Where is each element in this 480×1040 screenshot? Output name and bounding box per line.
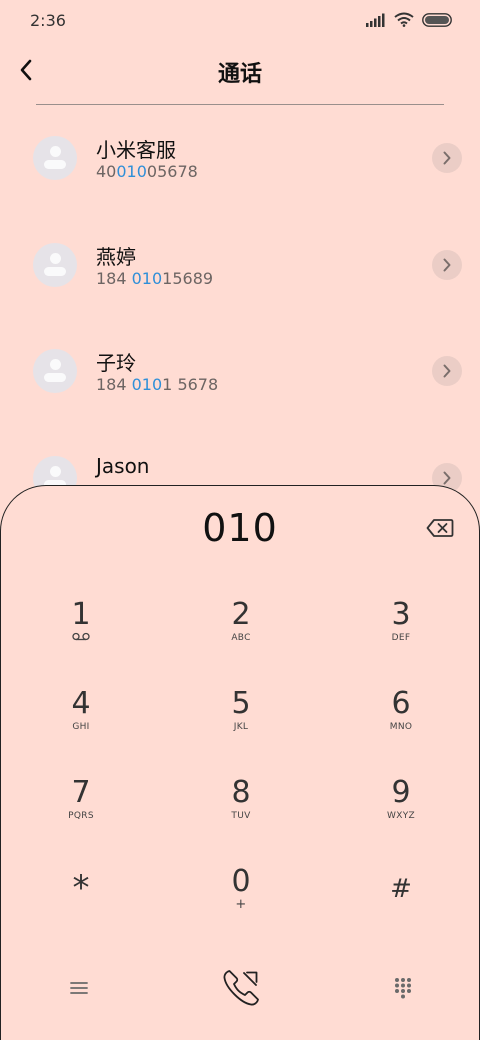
- dialpad-button[interactable]: [383, 972, 423, 1004]
- dial-key-8[interactable]: 8 TUV: [181, 776, 301, 856]
- status-icons: [366, 12, 452, 27]
- number-prefix: 184: [96, 375, 132, 394]
- dial-key-7[interactable]: 7 PQRS: [21, 776, 141, 856]
- dialer-screen: 2:36 通话 小米客服 4001005678 燕婷 184 01015689 …: [0, 0, 480, 1040]
- dial-key-1[interactable]: 1: [21, 598, 141, 678]
- key-letters: GHI: [72, 722, 90, 732]
- key-digit: 1: [71, 597, 91, 632]
- chevron-right-icon: [443, 364, 451, 378]
- key-letters: WXYZ: [387, 811, 415, 821]
- dial-key-4[interactable]: 4 GHI: [21, 687, 141, 767]
- key-letters: ABC: [231, 633, 251, 643]
- avatar-body-shape: [44, 160, 66, 169]
- key-digit: 7: [71, 775, 91, 810]
- call-button[interactable]: [213, 964, 269, 1012]
- key-digit: 8: [231, 775, 251, 810]
- key-letters: JKL: [233, 722, 249, 732]
- contact-number: 4001005678: [96, 162, 198, 181]
- contact-detail-button[interactable]: [432, 250, 462, 280]
- dial-panel: 010 1 2 ABC 3 DEF 4 GHI 5 JKL 6 MNO 7 PQ…: [0, 485, 480, 1040]
- dial-key-0[interactable]: 0 +: [181, 865, 301, 945]
- avatar-person-icon: [50, 359, 61, 370]
- number-prefix: 184: [96, 269, 132, 288]
- contact-row[interactable]: 子玲 184 0101 5678: [0, 319, 480, 399]
- wifi-icon: [394, 12, 414, 27]
- contact-detail-button[interactable]: [432, 356, 462, 386]
- dial-key-9[interactable]: 9 WXYZ: [341, 776, 461, 856]
- menu-button[interactable]: [59, 973, 99, 1003]
- header: 通话: [0, 44, 480, 100]
- signal-icon: [366, 13, 385, 27]
- avatar-person-icon: [50, 253, 61, 264]
- avatar-body-shape: [44, 373, 66, 382]
- dial-key-6[interactable]: 6 MNO: [341, 687, 461, 767]
- page-title: 通话: [217, 62, 262, 87]
- number-suffix: 15689: [162, 269, 214, 288]
- number-match-highlight: 010: [116, 162, 147, 181]
- battery-icon: [422, 12, 452, 27]
- dial-key-hash[interactable]: #: [341, 872, 461, 952]
- chevron-right-icon: [443, 471, 451, 485]
- key-letters: MNO: [389, 722, 413, 732]
- contact-number: 184 0101 5678: [96, 375, 218, 394]
- key-digit: 5: [231, 686, 251, 721]
- key-letters: +: [235, 897, 247, 912]
- avatar-body-shape: [44, 267, 66, 276]
- chevron-right-icon: [443, 151, 451, 165]
- dialpad-icon: [395, 978, 411, 999]
- avatar: [33, 349, 77, 393]
- key-letters: PQRS: [68, 811, 94, 821]
- avatar-person-icon: [50, 466, 61, 477]
- number-prefix: 40: [96, 162, 117, 181]
- phone-call-icon: [223, 970, 259, 1006]
- key-digit: 3: [391, 597, 411, 632]
- key-digit: 2: [231, 597, 251, 632]
- contact-name: 子玲: [96, 351, 136, 375]
- menu-icon: [70, 982, 88, 994]
- number-suffix: 05678: [146, 162, 198, 181]
- dial-key-5[interactable]: 5 JKL: [181, 687, 301, 767]
- status-time: 2:36: [30, 11, 66, 30]
- key-digit: 6: [391, 686, 411, 721]
- contact-number: 184 01015689: [96, 269, 213, 288]
- dial-key-star[interactable]: *: [21, 871, 141, 951]
- backspace-button[interactable]: [423, 516, 457, 540]
- number-suffix: 1 5678: [162, 375, 219, 394]
- chevron-right-icon: [443, 258, 451, 272]
- contact-row[interactable]: 燕婷 184 01015689: [0, 213, 480, 293]
- backspace-icon: [426, 519, 454, 537]
- contact-name: 小米客服: [96, 138, 176, 162]
- header-divider: [36, 104, 444, 105]
- dial-number-display: 010: [202, 506, 278, 550]
- avatar-person-icon: [50, 146, 61, 157]
- contact-name: Jason: [96, 454, 150, 478]
- key-digit: #: [390, 874, 412, 904]
- contact-name: 燕婷: [96, 245, 136, 269]
- key-digit: 9: [391, 775, 411, 810]
- contact-row[interactable]: 小米客服 4001005678: [0, 106, 480, 186]
- key-letters: DEF: [391, 633, 411, 643]
- contact-detail-button[interactable]: [432, 143, 462, 173]
- key-digit: *: [72, 868, 90, 908]
- dial-key-3[interactable]: 3 DEF: [341, 598, 461, 678]
- key-digit: 0: [231, 864, 251, 899]
- number-match-highlight: 010: [131, 375, 163, 394]
- number-match-highlight: 010: [131, 269, 163, 288]
- status-bar: 2:36: [0, 0, 480, 40]
- avatar: [33, 136, 77, 180]
- key-letters: TUV: [231, 811, 251, 821]
- voicemail-icon: [21, 632, 141, 645]
- dial-key-2[interactable]: 2 ABC: [181, 598, 301, 678]
- avatar: [33, 243, 77, 287]
- key-digit: 4: [71, 686, 91, 721]
